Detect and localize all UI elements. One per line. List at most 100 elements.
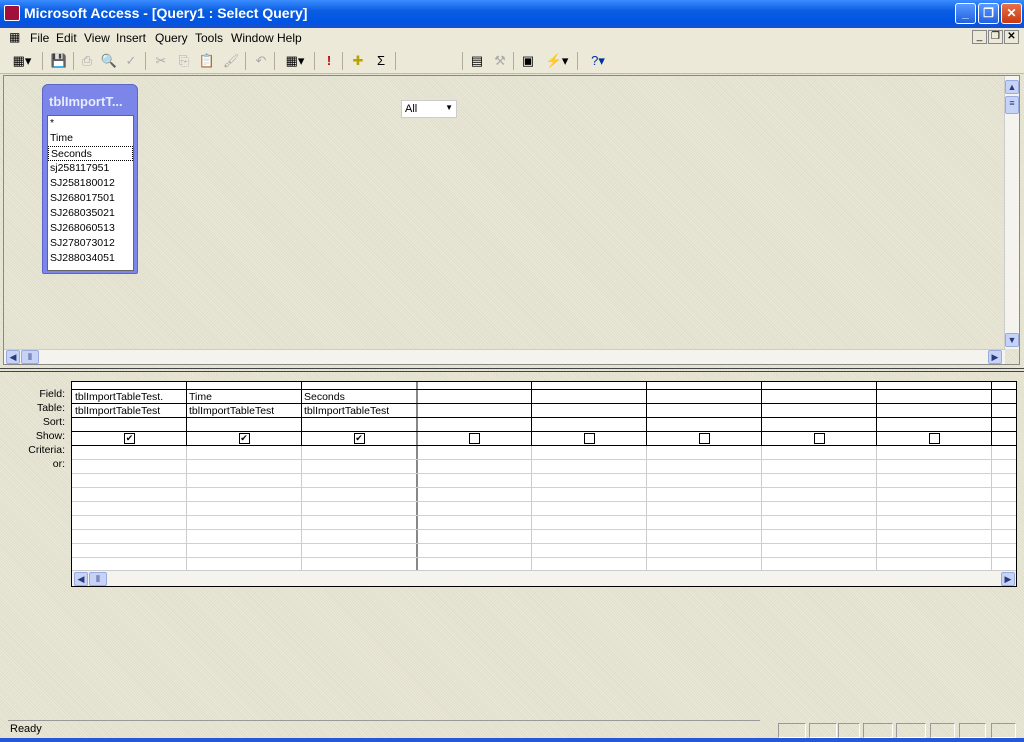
scroll-left-icon[interactable]: ◀ — [6, 350, 20, 364]
criteria-cell[interactable] — [647, 446, 760, 459]
table-cell[interactable]: tblImportTableTest — [73, 404, 185, 418]
grid-horizontal-scrollbar[interactable]: ◀ ⦀ ▶ — [72, 570, 1016, 586]
mdi-restore-button[interactable]: ❐ — [988, 30, 1003, 44]
properties-icon[interactable]: ▤ — [467, 52, 487, 70]
or-cell[interactable] — [73, 460, 185, 473]
field-item[interactable]: sj258117951 — [48, 161, 133, 176]
field-item-selected[interactable]: Seconds — [48, 146, 133, 161]
criteria-cell[interactable] — [877, 446, 990, 459]
undo-icon[interactable]: ↶ — [252, 52, 270, 70]
scroll-thumb[interactable]: ⦀ — [21, 350, 39, 364]
or-cell[interactable] — [877, 460, 990, 473]
criteria-cell[interactable] — [532, 446, 645, 459]
design-vertical-scrollbar[interactable]: ▲ ≡ ▼ — [1004, 76, 1019, 349]
show-checkbox[interactable]: ✔ — [353, 433, 365, 444]
field-item[interactable]: SJ268060513 — [48, 221, 133, 236]
or-cell[interactable] — [762, 460, 875, 473]
or-cell[interactable] — [647, 460, 760, 473]
scroll-thumb[interactable]: ⦀ — [89, 572, 107, 586]
criteria-cell[interactable] — [417, 446, 530, 459]
database-window-icon[interactable]: ▣ — [518, 52, 538, 70]
design-horizontal-scrollbar[interactable]: ◀ ⦀ ▶ — [4, 349, 1005, 364]
print-preview-icon[interactable]: 🔍 — [100, 52, 118, 70]
field-cell[interactable]: tblImportTableTest. — [73, 390, 185, 404]
menu-file[interactable]: File — [30, 31, 49, 45]
cut-icon[interactable]: ✂ — [152, 52, 170, 70]
table-cell[interactable]: tblImportTableTest — [302, 404, 415, 418]
field-list-tblImportTableTest[interactable]: tblImportT... * Time Seconds sj258117951… — [42, 84, 138, 274]
field-item[interactable]: Time — [48, 131, 133, 146]
criteria-cell[interactable] — [302, 446, 415, 459]
or-cell[interactable] — [302, 460, 415, 473]
scroll-right-icon[interactable]: ▶ — [988, 350, 1002, 364]
field-list-title[interactable]: tblImportT... — [43, 85, 137, 115]
format-painter-icon[interactable]: 🖌 — [222, 52, 240, 70]
grid-column-header[interactable] — [417, 382, 530, 389]
scroll-thumb[interactable]: ≡ — [1005, 96, 1019, 114]
query-window-icon[interactable]: ▦ — [9, 30, 20, 44]
criteria-cell[interactable] — [187, 446, 300, 459]
pane-splitter[interactable] — [0, 368, 1024, 372]
sort-cell[interactable] — [532, 418, 645, 431]
criteria-cell[interactable] — [73, 446, 185, 459]
run-icon[interactable]: ! — [320, 52, 338, 70]
show-checkbox[interactable] — [928, 433, 940, 444]
field-item[interactable]: SJ288034051 — [48, 251, 133, 266]
field-item[interactable]: SJ268017501 — [48, 191, 133, 206]
build-icon[interactable]: ⚒ — [490, 52, 510, 70]
grid-column-header[interactable] — [762, 382, 875, 389]
scroll-down-icon[interactable]: ▼ — [1005, 333, 1019, 347]
show-table-icon[interactable]: ✚ — [348, 52, 368, 70]
show-checkbox[interactable] — [698, 433, 710, 444]
field-item[interactable]: * — [48, 116, 133, 131]
print-icon[interactable]: ⎙ — [78, 52, 96, 70]
restore-button[interactable]: ❐ — [978, 3, 999, 24]
grid-column-header[interactable] — [647, 382, 760, 389]
show-checkbox[interactable] — [468, 433, 480, 444]
field-item[interactable]: SJ258180012 — [48, 176, 133, 191]
field-item[interactable]: SJ268035021 — [48, 206, 133, 221]
view-datasheet-icon[interactable]: ▦▾ — [8, 52, 36, 70]
grid-column-header[interactable] — [187, 382, 300, 389]
or-cell[interactable] — [187, 460, 300, 473]
grid-column-header[interactable] — [302, 382, 415, 389]
menu-edit[interactable]: Edit — [56, 31, 77, 45]
query-type-icon[interactable]: ▦▾ — [280, 52, 310, 70]
mdi-close-button[interactable]: ✕ — [1004, 30, 1019, 44]
close-button[interactable]: ✕ — [1001, 3, 1022, 24]
scroll-left-icon[interactable]: ◀ — [74, 572, 88, 586]
sort-cell[interactable] — [73, 418, 185, 431]
sort-cell[interactable] — [417, 418, 530, 431]
show-checkbox[interactable] — [813, 433, 825, 444]
sort-cell[interactable] — [187, 418, 300, 431]
grid-column-header[interactable] — [877, 382, 990, 389]
menu-insert[interactable]: Insert — [116, 31, 146, 45]
menu-view[interactable]: View — [84, 31, 110, 45]
field-cell[interactable]: Time — [187, 390, 300, 404]
criteria-cell[interactable] — [762, 446, 875, 459]
scroll-right-icon[interactable]: ▶ — [1001, 572, 1015, 586]
help-icon[interactable]: ?▾ — [583, 52, 613, 70]
sort-cell[interactable] — [302, 418, 415, 431]
show-checkbox[interactable] — [583, 433, 595, 444]
menu-tools[interactable]: Tools — [195, 31, 223, 45]
copy-icon[interactable]: ⎘ — [175, 52, 193, 70]
menu-help[interactable]: Help — [277, 31, 302, 45]
show-checkbox[interactable]: ✔ — [238, 433, 250, 444]
sort-cell[interactable] — [877, 418, 990, 431]
field-cell[interactable]: Seconds — [302, 390, 415, 404]
mdi-minimize-button[interactable]: _ — [972, 30, 987, 44]
sort-cell[interactable] — [647, 418, 760, 431]
new-object-icon[interactable]: ⚡▾ — [542, 52, 572, 70]
spelling-icon[interactable]: ✓ — [122, 52, 140, 70]
or-cell[interactable] — [532, 460, 645, 473]
show-checkbox[interactable]: ✔ — [124, 433, 135, 444]
grid-column-header[interactable] — [73, 382, 185, 389]
sort-cell[interactable] — [762, 418, 875, 431]
minimize-button[interactable]: _ — [955, 3, 976, 24]
grid-column-header[interactable] — [532, 382, 645, 389]
save-icon[interactable]: 💾 — [50, 52, 68, 70]
paste-icon[interactable]: 📋 — [198, 52, 216, 70]
table-cell[interactable]: tblImportTableTest — [187, 404, 300, 418]
menu-window[interactable]: Window — [231, 31, 274, 45]
